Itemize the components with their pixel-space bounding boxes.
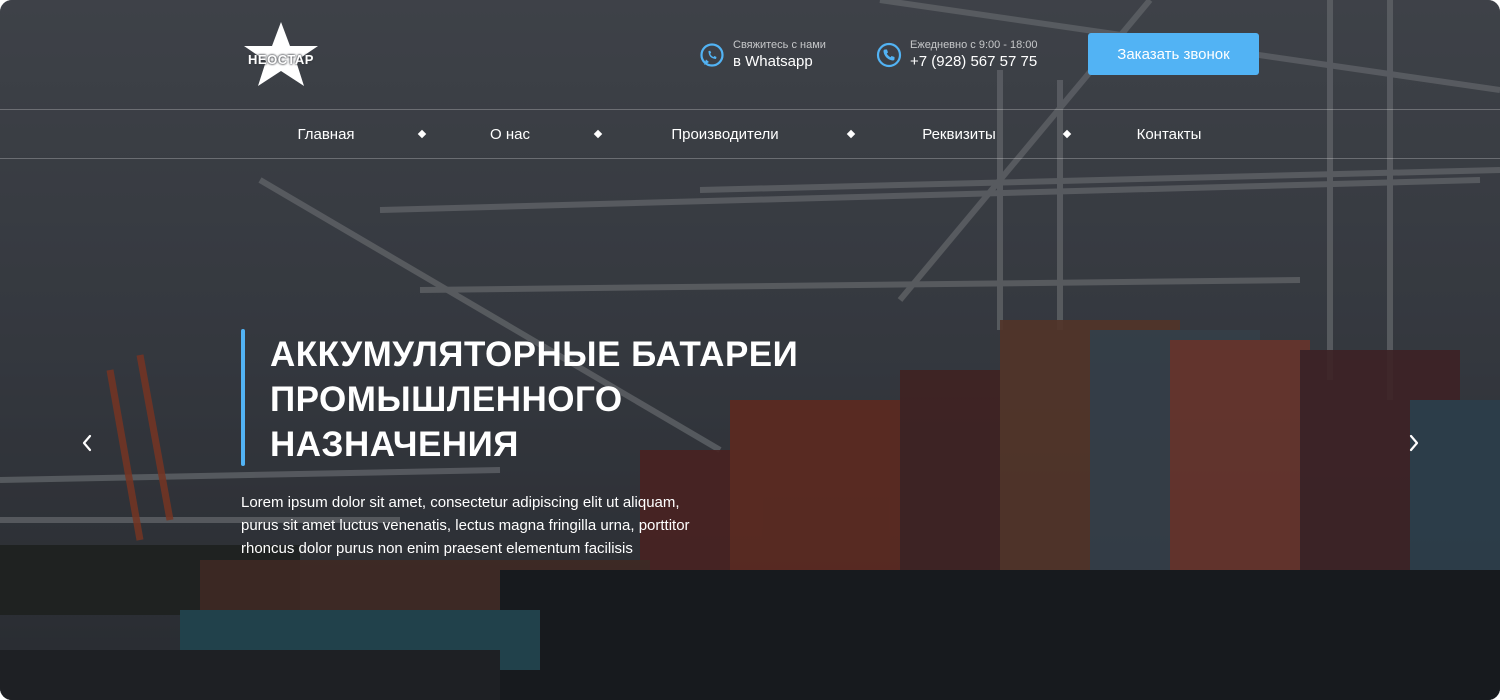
title-accent-bar bbox=[241, 329, 245, 466]
hero-description: Lorem ipsum dolor sit amet, consectetur … bbox=[241, 491, 761, 560]
nav-separator bbox=[417, 129, 427, 139]
whatsapp-value: в Whatsapp bbox=[733, 53, 813, 70]
hero-title-line: НАЗНАЧЕНИЯ bbox=[270, 425, 519, 464]
nav-separator bbox=[1062, 129, 1072, 139]
phone-number: +7 (928) 567 57 75 bbox=[910, 53, 1038, 70]
nav-item-manufacturers[interactable]: Производители bbox=[671, 126, 778, 143]
hero-title-line: АККУМУЛЯТОРНЫЕ БАТАРЕИ bbox=[270, 335, 799, 374]
phone-icon bbox=[876, 42, 902, 68]
logo-text: НЕОСТАР bbox=[248, 52, 314, 67]
hero-title: АККУМУЛЯТОРНЫЕ БАТАРЕИ ПРОМЫШЛЕННОГО НАЗ… bbox=[270, 332, 890, 467]
whatsapp-caption: Свяжитесь с нами bbox=[733, 39, 826, 51]
hero-description-line: purus sit amet luctus venenatis, lectus … bbox=[241, 517, 690, 534]
nav-item-requisites[interactable]: Реквизиты bbox=[922, 126, 996, 143]
hero-section: НЕОСТАР Свяжитесь с нами в Whatsapp Ежед… bbox=[0, 0, 1500, 700]
nav-item-home[interactable]: Главная bbox=[297, 126, 354, 143]
whatsapp-icon bbox=[700, 43, 724, 67]
nav-item-contacts[interactable]: Контакты bbox=[1137, 126, 1202, 143]
brand-logo[interactable]: НЕОСТАР bbox=[240, 22, 322, 86]
phone-contact[interactable]: Ежедневно с 9:00 - 18:00 +7 (928) 567 57… bbox=[876, 38, 1038, 72]
hero-description-line: Lorem ipsum dolor sit amet, consectetur … bbox=[241, 494, 680, 511]
nav-item-about[interactable]: О нас bbox=[490, 126, 530, 143]
main-nav: Главная О нас Производители Реквизиты Ко… bbox=[0, 109, 1500, 159]
phone-caption: Ежедневно с 9:00 - 18:00 bbox=[910, 39, 1038, 51]
chevron-right-icon[interactable] bbox=[1402, 430, 1426, 456]
nav-separator bbox=[593, 129, 603, 139]
chevron-left-icon[interactable] bbox=[75, 430, 99, 456]
hero-description-line: rhoncus dolor purus non enim praesent el… bbox=[241, 540, 633, 557]
whatsapp-contact[interactable]: Свяжитесь с нами в Whatsapp bbox=[699, 38, 826, 72]
hero-title-line: ПРОМЫШЛЕННОГО bbox=[270, 380, 623, 419]
order-call-button[interactable]: Заказать звонок bbox=[1088, 33, 1259, 75]
nav-separator bbox=[846, 129, 856, 139]
